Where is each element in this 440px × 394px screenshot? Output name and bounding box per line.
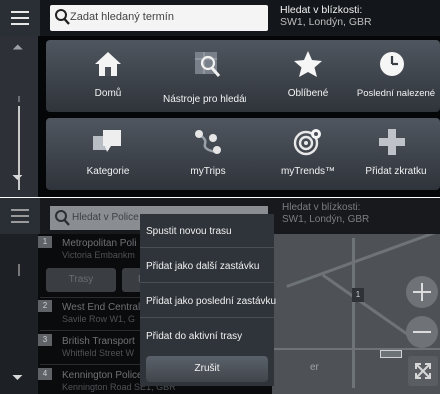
search-near-button[interactable]: Hledat v blízkosti: SW1, Londýn, GBR bbox=[282, 202, 369, 226]
search-near-location: SW1, Londýn, GBR bbox=[282, 214, 370, 225]
star-icon bbox=[294, 51, 322, 77]
search-icon bbox=[55, 9, 70, 25]
search-query: Hledat v Police bbox=[72, 212, 139, 223]
result-address: Victoria Embankm bbox=[62, 250, 135, 260]
zoom-out-button[interactable] bbox=[406, 316, 438, 348]
map-label: er bbox=[310, 362, 319, 373]
menu-item-add-last-stop[interactable]: Přidat jako poslední zastávku bbox=[140, 284, 277, 318]
routes-button[interactable]: Trasy bbox=[46, 268, 116, 292]
expand-icon bbox=[415, 363, 431, 379]
result-address: Whitfield Street W bbox=[62, 348, 135, 358]
home-icon bbox=[95, 52, 121, 76]
scroll-rail: ⏶ ⏷ bbox=[0, 36, 38, 197]
tile-recent[interactable]: Poslední nalezené bbox=[346, 40, 440, 112]
categories-icon bbox=[93, 130, 121, 152]
search-near-label: Hledat v blízkosti: bbox=[280, 4, 363, 16]
result-title[interactable]: Metropolitan Poli bbox=[62, 238, 136, 249]
tile-add-shortcut[interactable]: Přidat zkratku bbox=[346, 118, 440, 190]
options-menu: Spustit novou trasu Přidat jako další za… bbox=[140, 214, 277, 386]
result-number: 2 bbox=[38, 300, 52, 312]
search-icon bbox=[55, 210, 70, 226]
result-options-screen: 1 er Hledat v Police Hledat v blízkosti:… bbox=[0, 198, 440, 394]
menu-icon[interactable] bbox=[0, 198, 40, 234]
menu-item-add-to-active-route[interactable]: Přidat do aktivní trasy bbox=[140, 319, 274, 353]
result-number: 4 bbox=[38, 368, 52, 380]
menu-item-label: Spustit novou trasu bbox=[146, 226, 232, 237]
plus-icon bbox=[379, 129, 405, 155]
menu-item-label: Přidat jako poslední zastávku bbox=[146, 296, 277, 307]
scroll-rail: ⏷ bbox=[0, 234, 38, 394]
pins-icon bbox=[195, 130, 221, 154]
menu-item-start-new-route[interactable]: Spustit novou trasu bbox=[140, 214, 274, 248]
search-near-button[interactable]: Hledat v blízkosti: SW1, Londýn, GBR bbox=[280, 4, 372, 28]
header-bar: Zadat hledaný termín Hledat v blízkosti:… bbox=[0, 0, 440, 36]
scale-bar bbox=[380, 350, 402, 358]
map-search-icon bbox=[195, 52, 221, 77]
search-near-label: Hledat v blízkosti: bbox=[282, 202, 361, 213]
tile-label: Poslední nalezené bbox=[356, 88, 436, 99]
result-title[interactable]: Kennington Police bbox=[62, 370, 143, 381]
menu-item-label: Přidat jako další zastávku bbox=[146, 261, 260, 272]
result-number: 3 bbox=[38, 334, 52, 346]
search-near-location: SW1, Londýn, GBR bbox=[280, 16, 372, 28]
result-title[interactable]: West End Central bbox=[62, 302, 140, 313]
menu-item-add-next-stop[interactable]: Přidat jako další zastávku bbox=[140, 249, 274, 283]
tile-label: Přidat zkratku bbox=[365, 166, 427, 177]
search-placeholder: Zadat hledaný termín bbox=[70, 11, 174, 23]
page-up-icon[interactable]: ⏶ bbox=[12, 40, 23, 54]
result-address: Savile Row W1, G bbox=[62, 314, 136, 324]
page-down-icon[interactable]: ⏷ bbox=[12, 170, 23, 184]
trends-icon bbox=[293, 129, 321, 156]
page-down-icon[interactable]: ⏷ bbox=[12, 370, 23, 384]
result-number: 1 bbox=[38, 236, 52, 248]
menu-icon[interactable] bbox=[0, 0, 40, 36]
scroll-thumb[interactable] bbox=[18, 264, 20, 276]
menu-item-label: Přidat do aktivní trasy bbox=[146, 331, 243, 342]
result-title[interactable]: British Transport bbox=[62, 336, 135, 347]
search-menu-screen: Zadat hledaný termín Hledat v blízkosti:… bbox=[0, 0, 440, 197]
zoom-in-button[interactable] bbox=[406, 276, 438, 308]
scroll-track-top bbox=[18, 96, 20, 102]
clock-icon bbox=[380, 52, 404, 76]
cancel-button[interactable]: Zrušit bbox=[146, 356, 268, 382]
expand-map-button[interactable] bbox=[408, 356, 438, 386]
map-pin[interactable]: 1 bbox=[352, 288, 364, 302]
search-input[interactable]: Zadat hledaný termín bbox=[50, 5, 268, 31]
